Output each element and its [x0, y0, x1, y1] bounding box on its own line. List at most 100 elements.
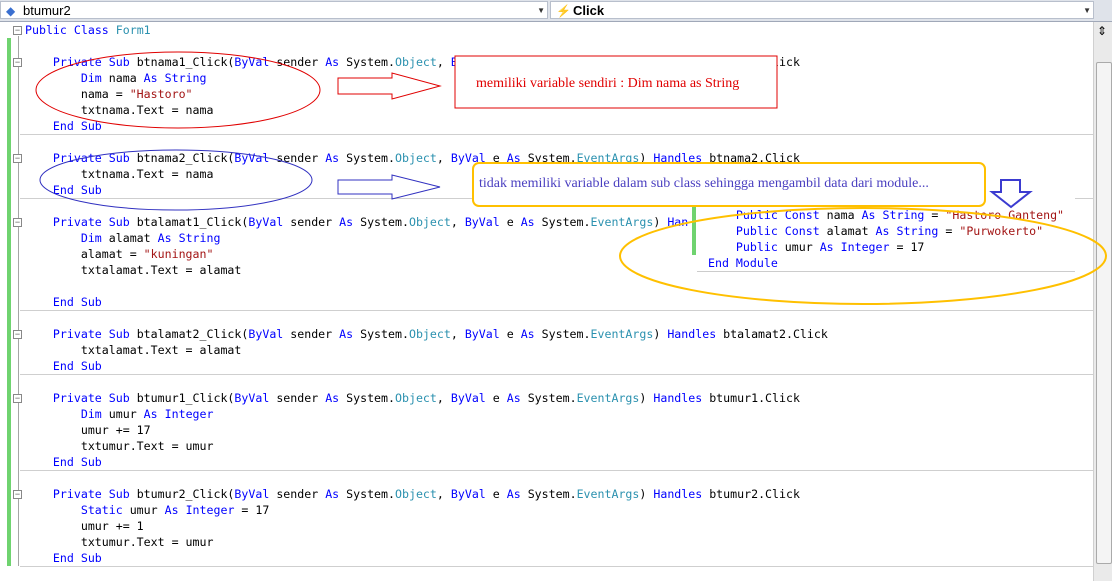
code-token: e [506, 327, 521, 341]
code-token: End Sub [52, 359, 102, 373]
code-token: Object [395, 151, 437, 165]
code-token: , [436, 151, 451, 165]
code-line: Public umur As Integer = 17 [708, 239, 925, 255]
code-token: = 17 [241, 503, 270, 517]
code-token: System. [541, 215, 591, 229]
code-token: txtnama.Text = nama [52, 167, 214, 181]
code-line: End Sub [25, 454, 102, 470]
code-token: Integer [185, 503, 242, 517]
code-token: ByVal [450, 391, 493, 405]
code-token: As [143, 407, 165, 421]
code-token: Object [395, 391, 437, 405]
code-token: alamat [108, 231, 158, 245]
code-token: Handles [653, 487, 710, 501]
vertical-scrollbar[interactable]: ⇕ [1093, 22, 1112, 581]
code-token: Const [784, 208, 827, 222]
code-token: sender [276, 55, 326, 69]
code-token: Private [52, 55, 109, 69]
code-editor[interactable]: − − − − − − − Public Class Form1 Private… [0, 22, 1093, 581]
code-line: End Sub [25, 358, 102, 374]
split-icon[interactable]: ⇕ [1097, 24, 1107, 38]
code-token: btnama2.Click [709, 151, 800, 165]
code-token: btnama2_Click( [136, 151, 235, 165]
code-line: End Sub [25, 182, 102, 198]
code-token: Module1 [756, 192, 806, 206]
code-token: Handles [653, 151, 710, 165]
code-token: Object [408, 215, 451, 229]
code-line: txtnama.Text = nama [25, 102, 214, 118]
code-line: End Sub [25, 294, 102, 310]
collapse-icon[interactable]: − [13, 58, 22, 67]
scrollbar-thumb[interactable] [1096, 62, 1112, 564]
collapse-icon[interactable]: − [13, 218, 22, 227]
collapse-icon: − [697, 193, 706, 203]
code-token: As [506, 487, 528, 501]
collapse-icon[interactable]: − [13, 490, 22, 499]
event-combo[interactable]: ⚡ Click ▼ [550, 1, 1094, 19]
code-token: As [506, 55, 528, 69]
code-token: txtalamat.Text = alamat [52, 343, 242, 357]
code-token: End Sub [52, 295, 102, 309]
code-token: Form1 [115, 23, 151, 37]
code-token: As [164, 503, 186, 517]
code-token: Handles [653, 391, 710, 405]
code-token: System. [346, 55, 396, 69]
separator [20, 134, 1093, 135]
code-token: System. [527, 487, 577, 501]
code-token: System. [527, 391, 577, 405]
code-line: nama = "Hastoro" [25, 86, 193, 102]
code-token: btalamat2_Click( [136, 327, 249, 341]
code-token: "kuningan" [143, 247, 214, 261]
code-token: As [506, 151, 528, 165]
collapse-icon[interactable]: − [13, 394, 22, 403]
code-token: alamat [826, 224, 876, 238]
code-line: txtumur.Text = umur [25, 438, 214, 454]
code-line: Private Sub btnama2_Click(ByVal sender A… [25, 150, 800, 166]
code-token: ByVal [450, 487, 493, 501]
code-token: , [450, 327, 465, 341]
code-token: ByVal [464, 215, 507, 229]
code-token: EventArgs [576, 151, 640, 165]
code-token: As [520, 327, 542, 341]
collapse-icon[interactable]: − [13, 330, 22, 339]
code-token: Sub [108, 215, 137, 229]
code-line: Dim umur As Integer [25, 406, 214, 422]
code-token: EventArgs [576, 487, 640, 501]
code-token: btalamat1_Click( [136, 215, 249, 229]
code-token: = 17 [896, 240, 925, 254]
code-token: String [882, 208, 932, 222]
code-token: String [178, 231, 221, 245]
code-line: End Sub [25, 118, 102, 134]
code-token: txtnama.Text = nama [52, 103, 214, 117]
code-token: End Sub [52, 183, 102, 197]
code-token: Private [52, 327, 109, 341]
code-token: As [520, 215, 542, 229]
chevron-down-icon: ▼ [537, 6, 545, 15]
change-indicator [692, 207, 696, 255]
code-token: Public [708, 240, 785, 254]
separator [20, 470, 1093, 471]
code-token: umur [784, 240, 820, 254]
code-token: ByVal [450, 55, 493, 69]
code-token: Integer [164, 407, 214, 421]
collapse-icon[interactable]: − [13, 26, 22, 35]
code-line: Private Sub btumur2_Click(ByVal sender A… [25, 486, 800, 502]
code-token: Public [708, 224, 785, 238]
object-combo[interactable]: ◆ btumur2 ▼ [0, 1, 548, 19]
code-token: Sub [108, 487, 137, 501]
code-token: Module [735, 256, 778, 270]
code-token: ) [653, 327, 668, 341]
collapse-icon[interactable]: − [13, 154, 22, 163]
code-token: Handles [667, 327, 724, 341]
code-token: ByVal [248, 215, 291, 229]
code-token: System. [527, 55, 577, 69]
code-token: EventArgs [576, 391, 640, 405]
code-token: ByVal [234, 487, 277, 501]
code-token: btalamat2.Click [723, 327, 828, 341]
code-line: Module Module1 [708, 191, 806, 207]
separator [20, 310, 1093, 311]
code-token: As [861, 208, 883, 222]
code-line: umur += 1 [25, 518, 144, 534]
code-token: ) [639, 391, 654, 405]
code-token: alamat = [52, 247, 144, 261]
